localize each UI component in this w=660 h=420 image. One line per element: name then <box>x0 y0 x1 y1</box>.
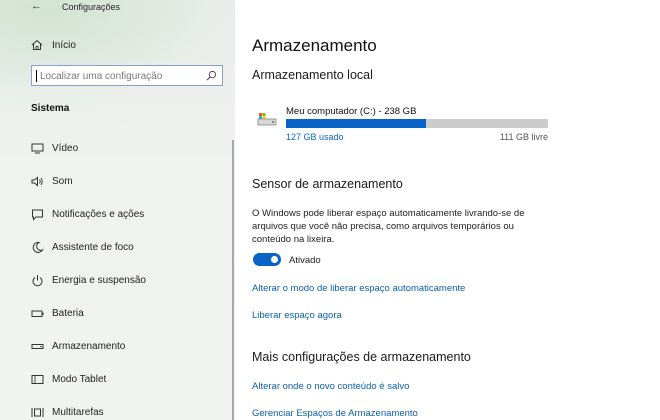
sidebar-item-assistente-de-foco[interactable]: Assistente de foco <box>31 239 221 255</box>
section-title-sistema: Sistema <box>31 103 70 114</box>
storage-usage-bar <box>286 119 548 128</box>
sidebar-item-multitarefas[interactable]: Multitarefas <box>31 404 221 420</box>
sidebar-item-bateria[interactable]: Bateria <box>31 305 221 321</box>
sidebar: ← Configurações Início Localizar uma con… <box>0 0 235 420</box>
tablet-icon <box>31 374 44 384</box>
storage-sense-heading: Sensor de armazenamento <box>252 177 403 191</box>
sidebar-item-label: Assistente de foco <box>52 241 134 253</box>
drive-label[interactable]: Meu computador (C:) - 238 GB <box>286 106 416 117</box>
search-placeholder: Localizar uma configuração <box>40 71 163 82</box>
nav-home-label: Início <box>52 39 76 51</box>
sidebar-item-label: Vídeo <box>52 142 79 154</box>
change-save-location-link[interactable]: Alterar onde o novo conteúdo é salvo <box>252 381 409 392</box>
sidebar-item-label: Energia e suspensão <box>52 274 146 286</box>
more-settings-heading: Mais configurações de armazenamento <box>252 350 471 364</box>
sidebar-backdrop <box>0 0 235 110</box>
drive-icon[interactable] <box>256 112 278 128</box>
storage-usage-bar-fill <box>286 119 426 128</box>
text-caret <box>36 70 37 82</box>
sidebar-item-energia[interactable]: Energia e suspensão <box>31 272 221 288</box>
sidebar-item-label: Notificações e ações <box>52 208 145 220</box>
back-arrow-icon[interactable]: ← <box>31 0 42 12</box>
search-icon[interactable] <box>206 70 217 81</box>
storage-icon <box>31 343 44 349</box>
nav-home[interactable]: Início <box>31 38 76 52</box>
free-space-now-link[interactable]: Liberar espaço agora <box>252 310 342 321</box>
notification-icon <box>32 209 43 221</box>
manage-storage-spaces-link[interactable]: Gerenciar Espaços de Armazenamento <box>252 408 418 419</box>
power-icon <box>32 274 43 286</box>
sidebar-item-label: Modo Tablet <box>52 373 107 385</box>
sidebar-scrollbar[interactable] <box>232 140 234 420</box>
title-bar: ← Configurações <box>0 0 235 16</box>
sidebar-item-label: Armazenamento <box>52 340 126 352</box>
battery-icon <box>31 310 44 317</box>
sidebar-item-label: Multitarefas <box>52 406 104 418</box>
sidebar-item-som[interactable]: Som <box>31 173 221 189</box>
toggle-state-label: Ativado <box>289 255 321 266</box>
sidebar-item-video[interactable]: Vídeo <box>31 140 221 156</box>
sidebar-item-notificacoes[interactable]: Notificações e ações <box>31 206 221 222</box>
multitask-icon <box>31 407 44 417</box>
sidebar-item-label: Som <box>52 175 73 187</box>
main-content: Armazenamento Armazenamento local Meu co… <box>252 0 652 420</box>
storage-sense-description: O Windows pode liberar espaço automatica… <box>252 208 525 245</box>
moon-icon <box>32 241 44 253</box>
free-space-label: 111 GB livre <box>499 132 548 142</box>
search-input[interactable]: Localizar uma configuração <box>31 65 223 86</box>
sidebar-item-armazenamento[interactable]: Armazenamento <box>31 338 221 354</box>
speaker-icon <box>31 175 43 187</box>
page-title: Armazenamento <box>252 36 377 55</box>
change-auto-free-link[interactable]: Alterar o modo de liberar espaço automat… <box>252 283 465 294</box>
sidebar-item-modo-tablet[interactable]: Modo Tablet <box>31 371 221 387</box>
storage-sense-toggle[interactable] <box>253 253 281 266</box>
toggle-knob <box>271 256 278 263</box>
home-icon <box>31 39 43 50</box>
app-title: Configurações <box>62 2 121 12</box>
monitor-icon <box>31 143 44 153</box>
local-storage-heading: Armazenamento local <box>252 68 373 82</box>
used-space-label: 127 GB usado <box>286 132 344 142</box>
sidebar-item-label: Bateria <box>52 307 84 319</box>
